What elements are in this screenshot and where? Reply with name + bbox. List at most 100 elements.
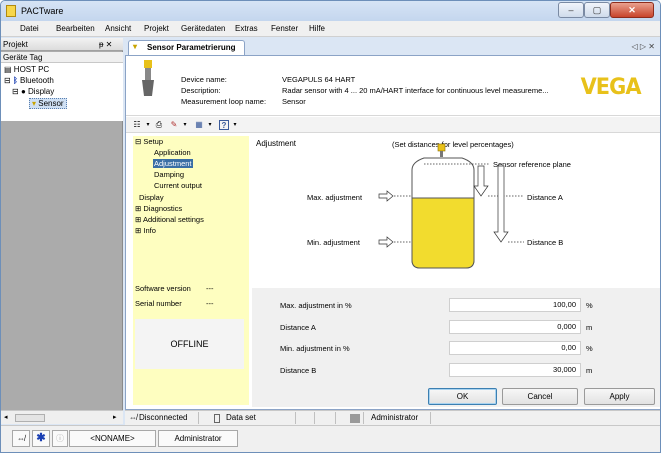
unit-label: m [586, 366, 593, 375]
status-separator [363, 412, 364, 424]
menu-geraetedaten[interactable]: Gerätedaten [181, 24, 225, 33]
tools-icon[interactable]: ✎ [169, 120, 179, 130]
distance-a-input[interactable]: 0,000 [449, 320, 581, 334]
apply-button[interactable]: Apply [584, 388, 655, 405]
collapse-icon[interactable]: ⊟ [12, 87, 19, 96]
offline-label: OFFLINE [170, 339, 209, 349]
status-user: Administrator [371, 413, 419, 422]
help-icon[interactable]: ? [219, 120, 229, 130]
menu-bearbeiten[interactable]: Bearbeiten [56, 24, 95, 33]
nav-display[interactable]: Display [139, 193, 164, 202]
device-tag-header: Geräte Tag [1, 52, 123, 63]
distance-b-field-label: Distance B [280, 366, 317, 375]
menu-extras[interactable]: Extras [235, 24, 258, 33]
project-pane-scrollbar[interactable]: ◂ ▸ [1, 410, 123, 424]
tab-label: Sensor Parametrierung [147, 43, 236, 52]
max-adjustment-percent-input[interactable]: 100,00 [449, 298, 581, 312]
expand-icon[interactable]: ⊞ [135, 204, 141, 213]
tree-node-sensor[interactable]: ▾ Sensor [29, 98, 67, 109]
nav-adjustment[interactable]: Adjustment [153, 159, 193, 168]
status-separator [430, 412, 431, 424]
view-icon[interactable]: ☷ [132, 120, 142, 130]
project-tree: ▤ HOST PC ⊟ ᛒ Bluetooth ⊟ ● Display ▾ Se… [1, 63, 123, 121]
nav-current-output[interactable]: Current output [154, 181, 202, 190]
bluetooth-icon: ᛒ [12, 76, 18, 85]
ok-button[interactable]: OK [428, 388, 497, 405]
dropdown-arrow-icon[interactable]: ▾ [143, 120, 153, 130]
nav-info[interactable]: ⊞ Info [135, 226, 156, 235]
project-pane-title: Projekt [3, 40, 28, 49]
menu-projekt[interactable]: Projekt [144, 24, 169, 33]
dtm-content: Device name: VEGAPULS 64 HART Descriptio… [125, 55, 660, 410]
logged-in-user: Administrator [158, 430, 238, 447]
collapse-icon[interactable]: ⊟ [4, 76, 11, 85]
status-bar: ⇎ Disconnected Data set Administrator [125, 410, 660, 425]
expand-icon[interactable]: ⊞ [135, 215, 141, 224]
connect-icon[interactable]: ⇎ [12, 430, 30, 447]
scroll-left-icon[interactable]: ◂ [4, 413, 8, 421]
connection-state-panel: OFFLINE [135, 319, 244, 369]
software-version-label: Software version [135, 284, 191, 293]
info-icon[interactable]: ⓘ [52, 430, 68, 447]
pactware-app-icon [6, 5, 16, 17]
scroll-thumb[interactable] [15, 414, 45, 422]
tab-sensor-parametrierung[interactable]: ▾ Sensor Parametrierung [128, 40, 245, 55]
unit-label: % [586, 301, 593, 310]
dropdown-arrow-icon[interactable]: ▾ [230, 120, 240, 130]
pane-pin-close-icon[interactable]: ᵽ ✕ [99, 40, 112, 49]
dataset-status: Data set [226, 413, 256, 422]
maximize-button[interactable]: ▢ [584, 2, 610, 18]
tab-navigation-icons[interactable]: ◁ ▷ ✕ [632, 42, 655, 51]
distance-a-field-label: Distance A [280, 323, 316, 332]
device-name-value: VEGAPULS 64 HART [282, 75, 356, 84]
min-adjustment-percent-input[interactable]: 0,00 [449, 341, 581, 355]
nav-diagnostics[interactable]: ⊞ Diagnostics [135, 204, 182, 213]
tank-illustration [378, 143, 524, 269]
title-bar: PACTware – ▢ ✕ [1, 1, 660, 21]
tree-node-display[interactable]: ⊟ ● Display [12, 87, 54, 96]
menu-datei[interactable]: Datei [20, 24, 39, 33]
dtm-toolbar: ☷ ▾ ⎙ ✎ ▾ ▦ ▾ ? ▾ [126, 117, 660, 133]
user-icon [350, 414, 360, 423]
minimize-button[interactable]: – [558, 2, 584, 18]
cancel-button[interactable]: Cancel [502, 388, 578, 405]
status-separator [314, 412, 315, 424]
expand-icon[interactable]: ⊞ [135, 226, 141, 235]
status-separator [198, 412, 199, 424]
parameter-navigation: ⊟ Setup Application Adjustment Damping C… [133, 136, 249, 405]
connection-status: Disconnected [139, 413, 188, 422]
tree-node-host-pc[interactable]: ▤ HOST PC [4, 65, 49, 74]
nav-additional-settings[interactable]: ⊞ Additional settings [135, 215, 204, 224]
status-separator [295, 412, 296, 424]
asterisk-icon[interactable]: ✱ [32, 430, 50, 447]
status-separator [335, 412, 336, 424]
max-adjustment-percent-label: Max. adjustment in % [280, 301, 352, 310]
radar-sensor-icon [142, 60, 154, 96]
close-button[interactable]: ✕ [610, 2, 654, 18]
project-pane: Projekt ᵽ ✕ Geräte Tag ▤ HOST PC ⊟ ᛒ Blu… [1, 38, 123, 410]
nav-application[interactable]: Application [154, 148, 191, 157]
vega-logo: VEGA [580, 75, 642, 100]
device-tag-label: Geräte Tag [3, 53, 43, 62]
scroll-right-icon[interactable]: ▸ [113, 413, 117, 421]
software-version-value: --- [206, 284, 214, 293]
nav-setup[interactable]: ⊟ Setup [135, 137, 163, 146]
dropdown-arrow-icon[interactable]: ▾ [180, 120, 190, 130]
tree-node-bluetooth[interactable]: ⊟ ᛒ Bluetooth [4, 76, 54, 85]
nav-damping[interactable]: Damping [154, 170, 184, 179]
collapse-icon[interactable]: ⊟ [135, 137, 141, 146]
sensor-icon: ▾ [32, 99, 37, 108]
display-icon: ● [20, 87, 26, 96]
print-icon[interactable]: ⎙ [154, 120, 164, 130]
adjustment-diagram: Adjustment (Set distances for level perc… [252, 136, 660, 288]
unit-label: % [586, 344, 593, 353]
application-status-bar: ⇎ ✱ ⓘ <NONAME> Administrator [1, 425, 660, 452]
unit-label: m [586, 323, 593, 332]
dropdown-arrow-icon[interactable]: ▾ [205, 120, 215, 130]
device-data-icon[interactable]: ▦ [194, 120, 204, 130]
menu-ansicht[interactable]: Ansicht [105, 24, 131, 33]
project-pane-header: Projekt ᵽ ✕ [1, 38, 123, 51]
menu-hilfe[interactable]: Hilfe [309, 24, 325, 33]
distance-b-input[interactable]: 30,000 [449, 363, 581, 377]
menu-fenster[interactable]: Fenster [271, 24, 298, 33]
